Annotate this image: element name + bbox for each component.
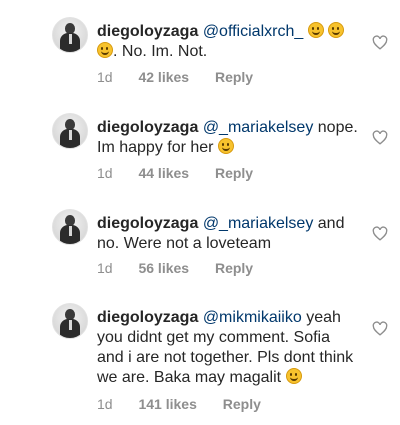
comment-text: diegoloyzaga @_mariakelsey and no. Were … [97, 214, 359, 254]
comment-meta: 1d 44 likes Reply [97, 165, 275, 181]
avatar[interactable] [52, 113, 88, 149]
comment-age: 1d [97, 396, 113, 412]
comment-text: diegoloyzaga @mikmikaiiko yeah you didnt… [97, 308, 359, 388]
comment-age: 1d [97, 260, 113, 276]
reply-button[interactable]: Reply [215, 165, 253, 181]
reply-button[interactable]: Reply [215, 69, 253, 85]
comment-likes[interactable]: 44 likes [138, 165, 189, 181]
grinning-face-emoji-icon [97, 42, 113, 58]
reply-button[interactable]: Reply [215, 260, 253, 276]
comment-username[interactable]: diegoloyzaga [97, 215, 198, 232]
grinning-face-emoji-icon [285, 368, 302, 384]
comment-username[interactable]: diegoloyzaga [97, 23, 198, 40]
comment-meta: 1d 42 likes Reply [97, 69, 275, 85]
comment-meta: 1d 56 likes Reply [97, 260, 275, 276]
grinning-face-emoji-icon [307, 22, 324, 38]
grinning-face-emoji-icon [217, 138, 234, 154]
comment-text: diegoloyzaga @officialxrch_ . No. Im. No… [97, 22, 359, 62]
heart-outline-icon[interactable] [372, 35, 388, 50]
comment-text: diegoloyzaga @_mariakelsey nope. Im happ… [97, 118, 359, 158]
avatar[interactable] [52, 209, 88, 245]
comment-likes[interactable]: 141 likes [138, 396, 196, 412]
comment-likes[interactable]: 42 likes [138, 69, 189, 85]
comment-meta: 1d 141 likes Reply [97, 396, 283, 412]
comment-username[interactable]: diegoloyzaga [97, 309, 198, 326]
grinning-face-emoji-icon [328, 22, 345, 38]
avatar[interactable] [52, 17, 88, 53]
comment-mention[interactable]: @_mariakelsey [203, 119, 314, 136]
heart-outline-icon[interactable] [372, 226, 388, 241]
comment-body: . No. Im. Not. [113, 43, 208, 60]
reply-button[interactable]: Reply [223, 396, 261, 412]
comment-age: 1d [97, 69, 113, 85]
comment-mention[interactable]: @mikmikaiiko [203, 309, 302, 326]
comment-likes[interactable]: 56 likes [138, 260, 189, 276]
comment-mention[interactable]: @_mariakelsey [203, 215, 314, 232]
avatar[interactable] [52, 303, 88, 339]
comment-mention[interactable]: @officialxrch_ [203, 23, 303, 40]
heart-outline-icon[interactable] [372, 321, 388, 336]
heart-outline-icon[interactable] [372, 130, 388, 145]
comment-username[interactable]: diegoloyzaga [97, 119, 198, 136]
comment-age: 1d [97, 165, 113, 181]
